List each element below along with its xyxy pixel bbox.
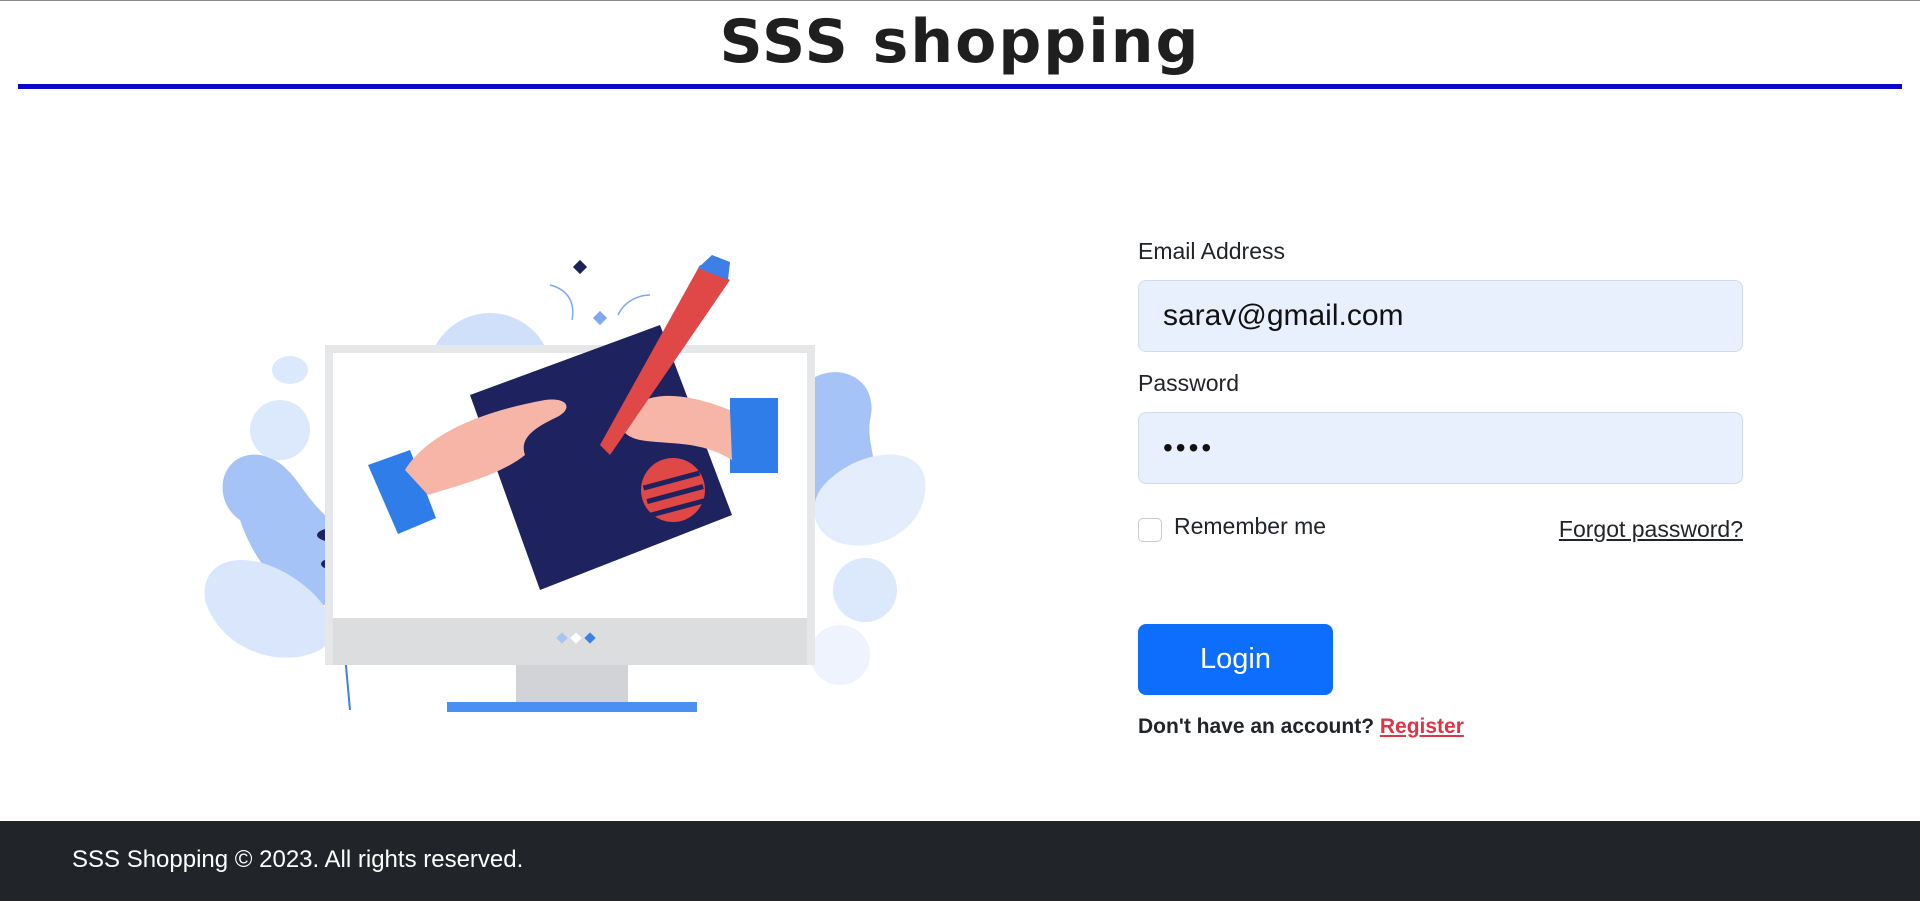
site-title: SSS shopping [719,7,1201,77]
email-label: Email Address [1138,238,1286,264]
password-input[interactable] [1138,412,1743,484]
form-options-row: Remember me Forgot password? [1138,510,1743,550]
email-input[interactable] [1138,280,1743,352]
footer-copyright: SSS Shopping © 2023. All rights reserved… [72,846,524,873]
monitor-chin [333,618,807,665]
site-footer: SSS Shopping © 2023. All rights reserved… [0,821,1920,901]
register-row: Don't have an account? Register [1138,715,1743,739]
monitor-stand [516,665,628,705]
leaf-ball-left [250,400,310,460]
forgot-password-link[interactable]: Forgot password? [1559,516,1743,543]
remember-me-label[interactable]: Remember me [1174,513,1326,540]
remember-me-checkbox[interactable] [1138,518,1162,542]
monitor-base [447,702,697,712]
login-illustration [200,250,930,720]
login-button[interactable]: Login [1138,624,1333,695]
site-header: SSS shopping [18,1,1902,89]
password-label: Password [1138,370,1239,396]
leaf-ball-right [833,558,897,622]
register-link[interactable]: Register [1380,715,1464,738]
register-prompt: Don't have an account? [1138,715,1375,738]
login-form: Email Address Password Remember me Forgo… [1138,238,1743,739]
